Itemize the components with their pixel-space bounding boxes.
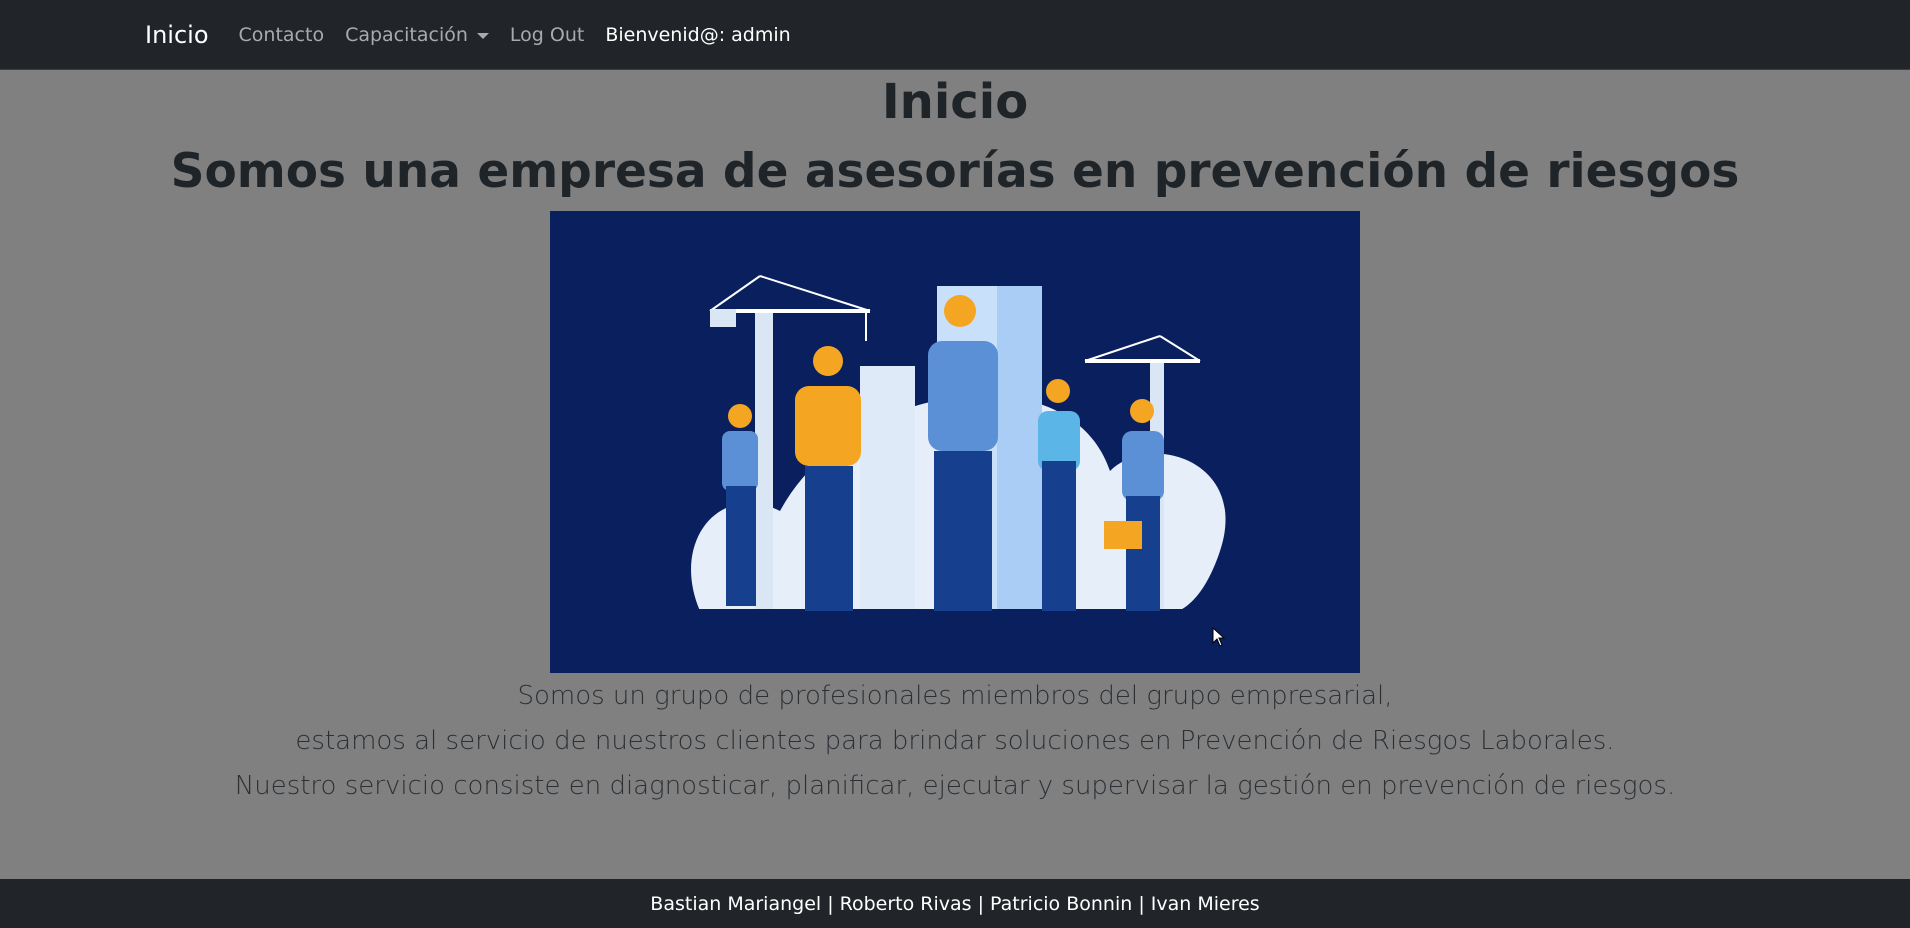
mouse-cursor-icon bbox=[1212, 627, 1226, 647]
nav-link-logout[interactable]: Log Out bbox=[510, 24, 584, 46]
footer-credits: Bastian Mariangel | Roberto Rivas | Patr… bbox=[650, 892, 1260, 915]
footer: Bastian Mariangel | Roberto Rivas | Patr… bbox=[0, 879, 1910, 928]
nav-dropdown-label: Capacitación bbox=[345, 24, 468, 46]
nav-container: Inicio Contacto Capacitación Log Out Bie… bbox=[145, 0, 791, 70]
description-line-2: estamos al servicio de nuestros clientes… bbox=[295, 726, 1615, 756]
description-line-3: Nuestro servicio consiste en diagnostica… bbox=[234, 771, 1676, 801]
description-line-1: Somos un grupo de profesionales miembros… bbox=[517, 681, 1393, 711]
construction-workers-illustration bbox=[550, 211, 1360, 673]
hero-image bbox=[550, 211, 1360, 673]
page-title: Inicio bbox=[881, 74, 1029, 130]
brand-link-inicio[interactable]: Inicio bbox=[145, 21, 209, 49]
page-subtitle: Somos una empresa de asesorías en preven… bbox=[170, 144, 1740, 199]
top-navbar: Inicio Contacto Capacitación Log Out Bie… bbox=[0, 0, 1910, 70]
nav-dropdown-capacitacion[interactable]: Capacitación bbox=[345, 24, 489, 46]
chevron-down-icon bbox=[476, 33, 489, 39]
welcome-text: Bienvenid@: admin bbox=[605, 24, 791, 46]
nav-link-contacto[interactable]: Contacto bbox=[239, 24, 325, 46]
